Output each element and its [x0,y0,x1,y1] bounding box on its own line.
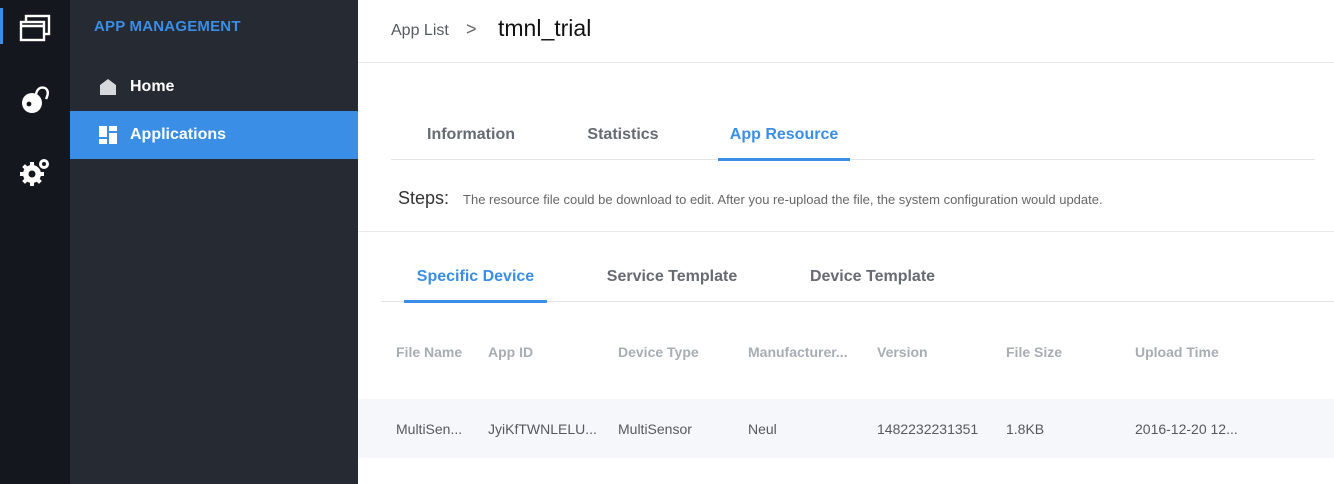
column-header-version[interactable]: Version [877,344,928,360]
rail-item-settings[interactable] [0,144,70,200]
cell-version: 1482232231351 [877,421,979,437]
secondary-tabs: Specific Device Service Template Device … [381,258,1334,303]
column-header-device-type[interactable]: Device Type [618,344,699,360]
grid-icon [99,126,117,144]
cell-app-id: JyiKfTWNLELU... [488,421,597,437]
cell-file-size: 1.8KB [1006,421,1045,437]
column-header-upload-time[interactable]: Upload Time [1135,344,1219,360]
tab-service-template[interactable]: Service Template [591,258,753,302]
cell-manufacturer: Neul [748,421,777,437]
sidebar-item-label: Home [130,78,175,95]
ball-pin-icon [18,83,52,117]
cell-file-name: MultiSen... [396,421,463,437]
column-header-file-name[interactable]: File Name [396,344,462,360]
window-stack-icon [19,14,51,42]
column-header-manufacturer[interactable]: Manufacturer... [748,344,848,360]
home-icon [99,78,117,96]
page-title: tmnl_trial [498,15,592,41]
column-header-file-size[interactable]: File Size [1006,344,1062,360]
steps-text: The resource file could be download to e… [463,192,1103,207]
steps-label: Steps: [398,188,450,208]
tab-app-resource[interactable]: App Resource [718,116,850,161]
tab-specific-device[interactable]: Specific Device [404,258,547,303]
section-divider [358,231,1334,232]
breadcrumb-app-list-link[interactable]: App List [391,22,449,40]
table-header: File Name App ID Device Type Manufacture… [358,330,1334,374]
steps-note: Steps: The resource file could be downlo… [398,188,1103,209]
main-content: App List > tmnl_trial Information Statis… [358,0,1334,484]
gear-icon [18,155,52,189]
table-row[interactable]: MultiSen... JyiKfTWNLELU... MultiSensor … [358,399,1334,458]
sidebar-item-home[interactable]: Home [70,63,358,111]
breadcrumb: App List > tmnl_trial [358,0,1334,63]
cell-upload-time: 2016-12-20 12... [1135,421,1238,437]
primary-tabs: Information Statistics App Resource [391,116,1315,161]
cell-device-type: MultiSensor [618,421,692,437]
icon-rail [0,0,70,484]
tab-device-template[interactable]: Device Template [794,258,951,302]
tab-statistics[interactable]: Statistics [575,116,671,160]
rail-item-monitor[interactable] [0,72,70,128]
column-header-app-id[interactable]: App ID [488,344,533,360]
tab-information[interactable]: Information [391,116,551,160]
breadcrumb-separator: > [466,19,477,39]
sidebar-item-label: Applications [130,126,227,143]
rail-item-apps[interactable] [0,0,70,56]
sidebar-item-applications[interactable]: Applications [70,111,358,159]
sidebar-title: APP MANAGEMENT [94,18,241,35]
sidebar: APP MANAGEMENT Home Applications [70,0,358,484]
